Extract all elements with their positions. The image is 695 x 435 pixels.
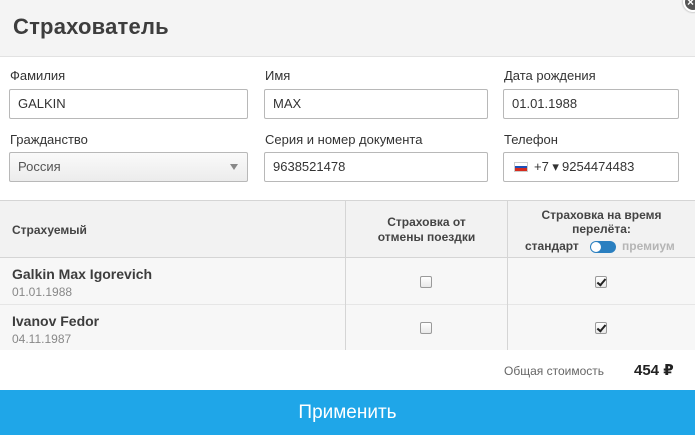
first-name-value: MAX bbox=[273, 96, 302, 111]
total-cost-label: Общая стоимость bbox=[504, 364, 604, 378]
table-row: Ivanov Fedor 04.11.1987 bbox=[0, 304, 695, 350]
citizenship-select[interactable]: Россия bbox=[9, 152, 248, 182]
last-name-input[interactable]: GALKIN bbox=[9, 89, 248, 119]
table-row: Galkin Max Igorevich 01.01.1988 bbox=[0, 258, 695, 304]
dialog-header: Страхователь bbox=[0, 0, 695, 57]
document-value: 9638521478 bbox=[273, 159, 346, 174]
total-cost-value: 454 ₽ bbox=[634, 362, 674, 379]
person-birth-date: 01.01.1988 bbox=[12, 285, 73, 299]
cancellation-header-line1: Страховка от bbox=[387, 215, 466, 229]
cancellation-header-line2: отмены поездки bbox=[377, 230, 476, 244]
phone-value: 9254474483 bbox=[562, 159, 635, 174]
chevron-down-icon bbox=[230, 164, 238, 170]
person-name: Ivanov Fedor bbox=[12, 313, 100, 329]
flight-header-line2: перелёта: bbox=[572, 222, 631, 236]
plan-toggle[interactable] bbox=[590, 241, 616, 253]
dialog-title: Страхователь bbox=[13, 14, 169, 39]
column-divider bbox=[507, 200, 508, 350]
table-header: Страхуемый Страховка от отмены поездки С… bbox=[0, 200, 695, 258]
russia-flag-icon[interactable] bbox=[514, 162, 528, 172]
birth-date-input[interactable]: 01.01.1988 bbox=[503, 89, 679, 119]
close-icon: × bbox=[687, 0, 695, 9]
document-label: Серия и номер документа bbox=[265, 132, 423, 147]
phone-country-code[interactable]: +7 ▾ bbox=[534, 153, 559, 181]
flight-header-line1: Страховка на время bbox=[541, 208, 662, 222]
flight-checkbox[interactable] bbox=[595, 276, 607, 288]
cancellation-checkbox[interactable] bbox=[420, 322, 432, 334]
last-name-label: Фамилия bbox=[10, 68, 66, 83]
first-name-input[interactable]: MAX bbox=[264, 89, 488, 119]
phone-input[interactable]: +7 ▾ 9254474483 bbox=[503, 152, 679, 182]
flight-checkbox[interactable] bbox=[595, 322, 607, 334]
document-input[interactable]: 9638521478 bbox=[264, 152, 488, 182]
column-divider bbox=[345, 200, 346, 350]
first-name-label: Имя bbox=[265, 68, 291, 83]
toggle-label-standard: стандарт bbox=[525, 239, 579, 253]
birth-date-label: Дата рождения bbox=[504, 68, 596, 83]
last-name-value: GALKIN bbox=[18, 96, 66, 111]
birth-date-value: 01.01.1988 bbox=[512, 96, 578, 111]
person-birth-date: 04.11.1987 bbox=[12, 332, 72, 346]
citizenship-value: Россия bbox=[18, 159, 61, 174]
apply-button[interactable]: Применить bbox=[0, 390, 695, 435]
person-name: Galkin Max Igorevich bbox=[12, 266, 153, 282]
citizenship-label: Гражданство bbox=[10, 132, 88, 147]
insured-column-header: Страхуемый bbox=[12, 223, 87, 237]
phone-label: Телефон bbox=[504, 132, 558, 147]
toggle-label-premium: премиум bbox=[622, 239, 675, 253]
cancellation-checkbox[interactable] bbox=[420, 276, 432, 288]
